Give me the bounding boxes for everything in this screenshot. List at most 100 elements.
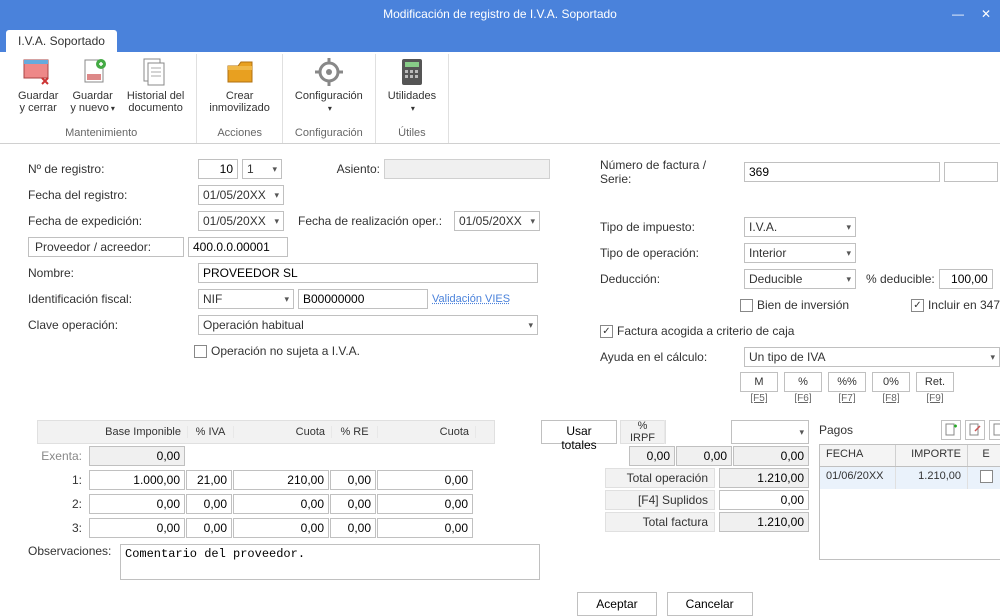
ribbon-historial[interactable]: Historial del documento (121, 54, 190, 125)
calchelp-f5: [F5] (740, 393, 778, 404)
lbl-factura-criterio-caja: Factura acogida a criterio de caja (617, 324, 794, 338)
lbl-tipo-operacion: Tipo de operación: (600, 246, 740, 260)
select-ident-tipo[interactable]: NIF (198, 289, 294, 309)
tab-iva-soportado[interactable]: I.V.A. Soportado (6, 30, 117, 52)
window-title: Modificación de registro de I.V.A. Sopor… (383, 7, 617, 21)
calcbtn-pctpct[interactable]: %% (828, 372, 866, 392)
calcbtn-m[interactable]: M (740, 372, 778, 392)
lbl-clave-operacion: Clave operación: (28, 318, 194, 332)
calculator-icon (396, 56, 428, 88)
btn-pago-edit[interactable] (965, 420, 985, 440)
ribbon-group-acciones: Acciones (203, 125, 276, 143)
r3-cuota[interactable] (233, 518, 329, 538)
r2-cuota[interactable] (233, 494, 329, 514)
ribbon-historial-label: Historial del documento (127, 90, 184, 114)
pagos-table: FECHA IMPORTE E 01/06/20XX 1.210,00 (819, 444, 1000, 560)
btn-usar-totales[interactable]: Usar totales (541, 420, 617, 444)
irpf-base (676, 446, 732, 466)
val-suplidos[interactable] (719, 490, 809, 510)
link-validacion-vies[interactable]: Validación VIES (432, 293, 510, 305)
pagos-hdr-e: E (968, 445, 1000, 466)
input-num-factura[interactable] (744, 162, 940, 182)
lbl-total-operacion: Total operación (605, 468, 715, 488)
r3-pct-iva[interactable] (186, 518, 232, 538)
lbl-pct-deducible: % deducible: (866, 272, 935, 286)
r1-pct-re[interactable] (330, 470, 376, 490)
ribbon-guardar-nuevo[interactable]: Guardar y nuevo▾ (64, 54, 121, 125)
r2-cuota2[interactable] (377, 494, 473, 514)
lbl-proveedor[interactable]: Proveedor / acreedor: (28, 237, 184, 257)
lbl-n-registro: Nº de registro: (28, 162, 194, 176)
close-button[interactable]: ✕ (972, 0, 1000, 28)
r1-base[interactable] (89, 470, 185, 490)
calcbtn-0pct[interactable]: 0% (872, 372, 910, 392)
ribbon-guardar-nuevo-label: Guardar y nuevo▾ (70, 90, 115, 114)
r1-cuota2[interactable] (377, 470, 473, 490)
input-fecha-registro[interactable]: 01/05/20XX (198, 185, 284, 205)
r3-base[interactable] (89, 518, 185, 538)
calcbtn-ret[interactable]: Ret. (916, 372, 954, 392)
lbl-incluir-347: Incluir en 347 (928, 298, 1000, 312)
lbl-deduccion: Deducción: (600, 272, 740, 286)
btn-aceptar[interactable]: Aceptar (577, 592, 656, 616)
r3-pct-re[interactable] (330, 518, 376, 538)
hdr-pct-irpf: % IRPF (621, 420, 665, 444)
pagos-e[interactable] (968, 467, 1000, 489)
ribbon-guardar-cerrar[interactable]: Guardar y cerrar (12, 54, 64, 125)
r2-base[interactable] (89, 494, 185, 514)
r1-pct-iva[interactable] (186, 470, 232, 490)
input-n-registro[interactable] (198, 159, 238, 179)
select-clave-operacion[interactable]: Operación habitual (198, 315, 538, 335)
input-proveedor[interactable] (188, 237, 288, 257)
lbl-suplidos: [F4] Suplidos (605, 490, 715, 510)
ribbon-configuracion[interactable]: Configuración▾ (289, 54, 369, 125)
input-fecha-realizacion[interactable]: 01/05/20XX (454, 211, 540, 231)
input-ident-num[interactable] (298, 289, 428, 309)
r1-cuota[interactable] (233, 470, 329, 490)
r3-cuota2[interactable] (377, 518, 473, 538)
select-tipo-operacion[interactable]: Interior (744, 243, 856, 263)
chk-bien-inversion[interactable] (740, 299, 753, 312)
ribbon-group-utiles: Útiles (382, 125, 442, 143)
btn-cancelar[interactable]: Cancelar (667, 592, 753, 616)
ribbon-utilidades-label: Utilidades▾ (388, 90, 436, 114)
btn-pago-delete[interactable] (989, 420, 1000, 440)
input-fecha-expedicion[interactable]: 01/05/20XX (198, 211, 284, 231)
lbl-nombre: Nombre: (28, 266, 194, 280)
select-ayuda-calculo[interactable]: Un tipo de IVA (744, 347, 1000, 367)
lbl-row3: 3: (28, 521, 88, 535)
lbl-pagos: Pagos (819, 423, 937, 437)
chk-op-no-sujeta[interactable] (194, 345, 207, 358)
ribbon-utilidades[interactable]: Utilidades▾ (382, 54, 442, 125)
chk-factura-criterio-caja[interactable] (600, 325, 613, 338)
form-area: Nº de registro: 1 Asiento: Fecha del reg… (0, 144, 1000, 412)
textarea-observaciones[interactable] (120, 544, 540, 580)
chk-incluir-347[interactable] (911, 299, 924, 312)
r2-pct-iva[interactable] (186, 494, 232, 514)
calcbtn-pct[interactable]: % (784, 372, 822, 392)
pagos-row[interactable]: 01/06/20XX 1.210,00 (820, 467, 1000, 489)
titlebar: Modificación de registro de I.V.A. Sopor… (0, 0, 1000, 28)
select-n-registro-serie[interactable]: 1 (242, 159, 282, 179)
input-pct-deducible[interactable] (939, 269, 993, 289)
input-nombre[interactable] (198, 263, 538, 283)
ribbon-group-mantenimiento: Mantenimiento (12, 125, 190, 143)
btn-pago-add[interactable] (941, 420, 961, 440)
lbl-total-factura: Total factura (605, 512, 715, 532)
pagos-hdr-fecha: FECHA (820, 445, 896, 466)
tabstrip: I.V.A. Soportado (0, 28, 1000, 52)
select-tipo-impuesto[interactable]: I.V.A. (744, 217, 856, 237)
val-total-operacion (719, 468, 809, 488)
select-deduccion[interactable]: Deducible (744, 269, 856, 289)
minimize-button[interactable]: — (944, 0, 972, 28)
lbl-asiento: Asiento: (320, 162, 380, 176)
r2-pct-re[interactable] (330, 494, 376, 514)
lbl-tipo-impuesto: Tipo de impuesto: (600, 220, 740, 234)
select-irpf-ro (731, 420, 809, 444)
calchelp-f9: [F9] (916, 393, 954, 404)
ribbon: Guardar y cerrar Guardar y nuevo▾ Histor… (0, 52, 1000, 144)
hdr-pct-re: % RE (332, 426, 378, 438)
input-serie[interactable] (944, 162, 998, 182)
ribbon-crear-inmovilizado[interactable]: Crear inmovilizado (203, 54, 276, 125)
hdr-cuota2: Cuota (378, 426, 476, 438)
